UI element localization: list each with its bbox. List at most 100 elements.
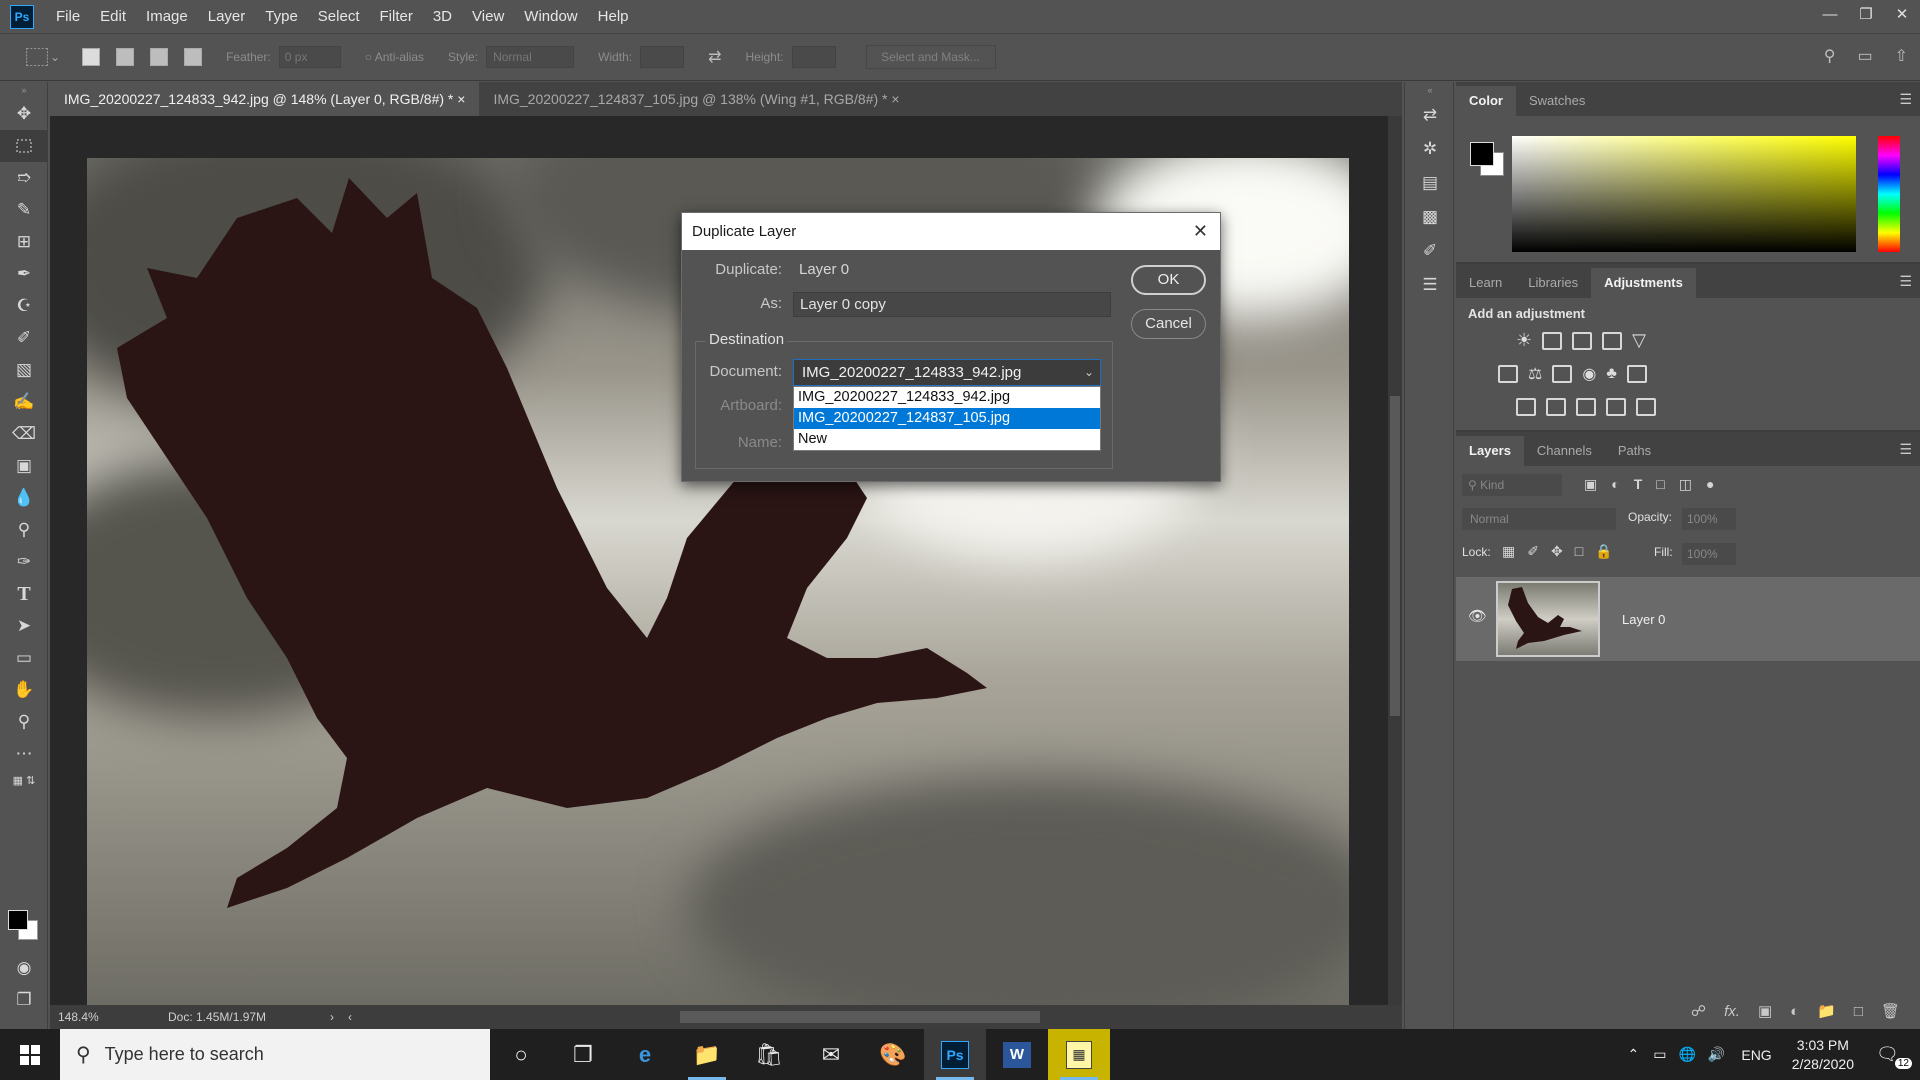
pen-tool-icon[interactable]: ✑ xyxy=(0,546,48,578)
notification-center[interactable]: 🗨 12 xyxy=(1876,1044,1912,1069)
layer-name[interactable]: Layer 0 xyxy=(1622,612,1665,627)
hue-slider[interactable] xyxy=(1878,136,1900,252)
visibility-eye-icon[interactable]: 👁 xyxy=(1468,607,1487,625)
menu-file[interactable]: File xyxy=(46,0,90,33)
dodge-tool-icon[interactable]: ⚲ xyxy=(0,514,48,546)
volume-icon[interactable]: 🔊 xyxy=(1708,1046,1725,1063)
vertical-scrollbar[interactable] xyxy=(1388,116,1402,1013)
lasso-tool-icon[interactable]: ➱ xyxy=(0,162,48,194)
notes-app-icon[interactable]: ▦ xyxy=(1048,1029,1110,1080)
tab-document-1[interactable]: IMG_20200227_124833_942.jpg @ 148% (Laye… xyxy=(50,82,480,116)
subtract-selection-icon[interactable] xyxy=(150,48,169,66)
width-input[interactable] xyxy=(640,46,685,68)
marquee-tool-icon[interactable] xyxy=(0,130,48,162)
channel-mixer-icon[interactable]: ♣ xyxy=(1606,365,1617,383)
feather-input[interactable]: 0 px xyxy=(278,46,341,68)
status-arrow-icon[interactable]: › xyxy=(330,1010,334,1024)
search-icon[interactable]: ⚲ xyxy=(1824,46,1836,66)
ok-button[interactable]: OK xyxy=(1131,265,1206,295)
default-colors-icon[interactable]: ▦ ⇅ xyxy=(0,770,48,790)
tab-libraries[interactable]: Libraries xyxy=(1515,268,1591,298)
tab-close-icon[interactable]: × xyxy=(891,91,899,107)
kind-filter[interactable]: ⚲ Kind xyxy=(1462,474,1562,496)
move-tool-icon[interactable]: ✥ xyxy=(0,98,48,130)
lock-position-icon[interactable]: ✥ xyxy=(1551,543,1563,560)
hand-tool-icon[interactable]: ✋ xyxy=(0,674,48,706)
close-window-icon[interactable]: ✕ xyxy=(1884,0,1920,28)
chevron-down-icon[interactable]: ⌄ xyxy=(1084,360,1094,385)
battery-icon[interactable]: ▭ xyxy=(1653,1046,1666,1063)
task-view-icon[interactable]: ❐ xyxy=(552,1029,614,1080)
anti-alias-checkbox[interactable]: ○ Anti-alias xyxy=(365,50,424,64)
language-indicator[interactable]: ENG xyxy=(1741,1047,1771,1063)
histogram-icon[interactable]: ▤ xyxy=(1405,166,1455,200)
dropdown-option-new[interactable]: New xyxy=(794,429,1100,450)
menu-layer[interactable]: Layer xyxy=(198,0,256,33)
foreground-color-swatch[interactable] xyxy=(8,910,28,930)
lock-transparency-icon[interactable]: ▦ xyxy=(1502,543,1515,560)
navigator-icon[interactable]: ✲ xyxy=(1405,132,1455,166)
tab-learn[interactable]: Learn xyxy=(1456,268,1515,298)
hue-saturation-icon[interactable] xyxy=(1498,365,1518,383)
color-balance-icon[interactable]: ⚖ xyxy=(1528,364,1542,384)
preset-chevron-icon[interactable]: ⌄ xyxy=(50,50,60,64)
scroll-left-icon[interactable]: ‹ xyxy=(348,1010,352,1024)
file-explorer-icon[interactable]: 📁 xyxy=(676,1029,738,1080)
minimize-icon[interactable]: — xyxy=(1812,0,1848,28)
posterize-icon[interactable] xyxy=(1546,398,1566,416)
as-input[interactable]: Layer 0 copy xyxy=(793,292,1111,317)
quick-mask-icon[interactable]: ◉ xyxy=(0,952,48,984)
eyedropper-icon[interactable]: ✒ xyxy=(0,258,48,290)
black-white-icon[interactable] xyxy=(1552,365,1573,383)
share-icon[interactable]: ⇧ xyxy=(1895,46,1908,66)
taskbar-search[interactable]: ⚲ Type here to search xyxy=(60,1029,490,1080)
tab-adjustments[interactable]: Adjustments xyxy=(1591,268,1696,298)
pixel-filter-icon[interactable]: ▣ xyxy=(1584,476,1597,493)
type-tool-icon[interactable]: T xyxy=(0,578,48,610)
crop-tool-icon[interactable]: ⊞ xyxy=(0,226,48,258)
panel-menu-icon[interactable]: ☰ xyxy=(1899,273,1912,290)
selective-color-icon[interactable] xyxy=(1606,398,1626,416)
vibrance-icon[interactable]: ▽ xyxy=(1632,330,1646,351)
tab-close-icon[interactable]: × xyxy=(457,91,465,107)
link-layers-icon[interactable]: ☍ xyxy=(1691,1002,1706,1020)
mail-icon[interactable]: ✉ xyxy=(800,1029,862,1080)
lock-pixels-icon[interactable]: ✐ xyxy=(1527,543,1539,560)
edge-icon[interactable]: e xyxy=(614,1029,676,1080)
lock-all-icon[interactable]: 🔒 xyxy=(1595,543,1612,560)
curves-icon[interactable] xyxy=(1572,331,1593,350)
menu-window[interactable]: Window xyxy=(514,0,587,33)
menu-3d[interactable]: 3D xyxy=(423,0,462,33)
adjustment-filter-icon[interactable]: ◐ xyxy=(1611,476,1619,493)
paint-icon[interactable]: 🎨 xyxy=(862,1029,924,1080)
color-foreground-swatch[interactable] xyxy=(1470,142,1494,166)
new-group-icon[interactable]: 📁 xyxy=(1817,1002,1836,1020)
clone-stamp-icon[interactable]: ▧ xyxy=(0,354,48,386)
add-selection-icon[interactable] xyxy=(116,48,135,66)
menu-type[interactable]: Type xyxy=(255,0,308,33)
dropdown-option-highlighted[interactable]: IMG_20200227_124837_105.jpg xyxy=(794,408,1100,429)
filter-toggle-icon[interactable]: ● xyxy=(1706,476,1714,493)
restore-icon[interactable]: ❐ xyxy=(1848,0,1884,28)
blend-mode-select[interactable]: Normal xyxy=(1462,508,1616,530)
menu-view[interactable]: View xyxy=(462,0,514,33)
exposure-icon[interactable] xyxy=(1602,331,1623,350)
blur-tool-icon[interactable]: 💧 xyxy=(0,482,48,514)
layer-style-icon[interactable]: fx. xyxy=(1724,1003,1740,1020)
select-and-mask-button[interactable]: Select and Mask... xyxy=(865,45,996,69)
marquee-preset-icon[interactable] xyxy=(26,47,48,67)
intersect-selection-icon[interactable] xyxy=(184,48,203,66)
brush-settings-icon[interactable]: ✐ xyxy=(1405,234,1455,268)
eraser-icon[interactable]: ⌫ xyxy=(0,418,48,450)
clock[interactable]: 3:03 PM 2/28/2020 xyxy=(1792,1036,1854,1074)
vertical-scroll-thumb[interactable] xyxy=(1390,396,1400,716)
opacity-input[interactable]: 100% xyxy=(1682,508,1736,530)
tab-layers[interactable]: Layers xyxy=(1456,436,1524,466)
more-tools-icon[interactable]: ⋯ xyxy=(0,738,48,770)
menu-edit[interactable]: Edit xyxy=(90,0,136,33)
dropdown-option[interactable]: IMG_20200227_124833_942.jpg xyxy=(794,387,1100,408)
layer-row[interactable]: 👁 Layer 0 xyxy=(1456,577,1920,661)
swap-icon[interactable]: ⇄ xyxy=(708,47,721,67)
menu-image[interactable]: Image xyxy=(136,0,198,33)
add-mask-icon[interactable]: ▣ xyxy=(1758,1002,1772,1020)
